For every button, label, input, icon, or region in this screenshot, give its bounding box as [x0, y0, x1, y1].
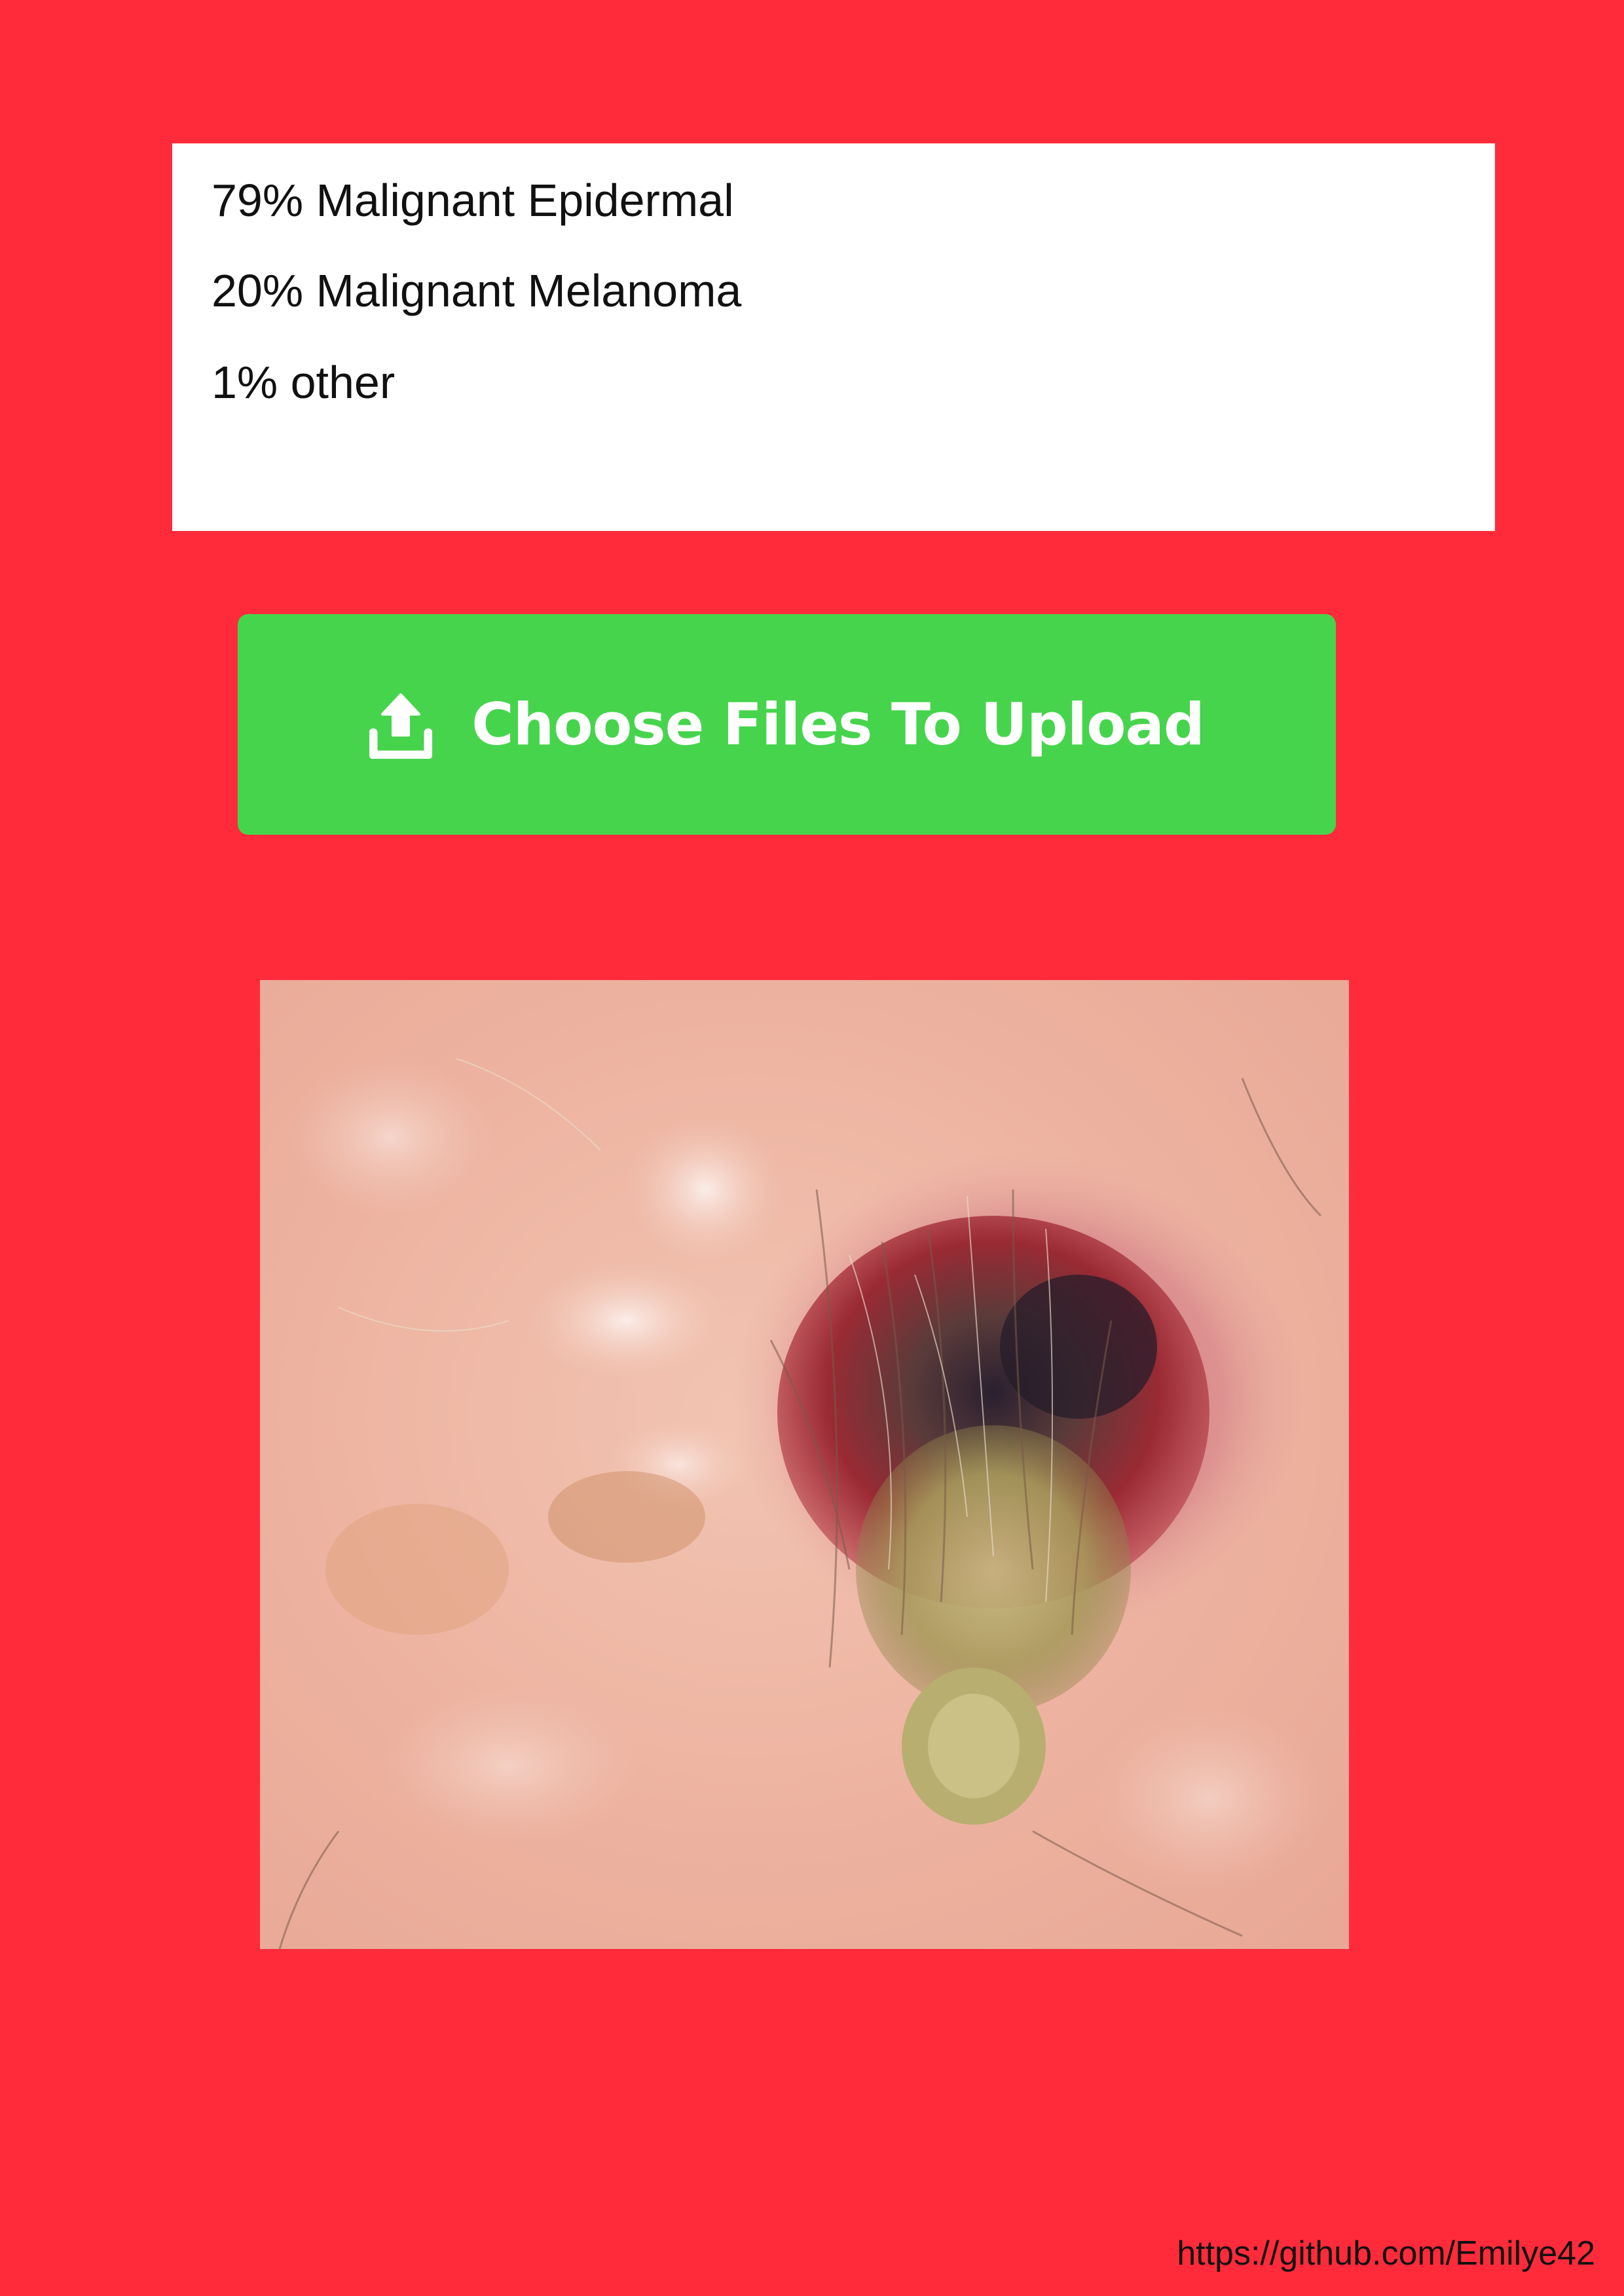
upload-icon: [369, 693, 433, 759]
result-line-other: 1% other: [212, 357, 396, 408]
choose-files-label: Choose Files To Upload: [471, 691, 1205, 758]
prediction-results-panel: 79% Malignant Epidermal 20% Malignant Me…: [172, 143, 1495, 531]
github-link[interactable]: https://github.com/Emilye42: [1177, 2234, 1595, 2273]
skin-lesion-photo: [260, 980, 1349, 1949]
choose-files-button[interactable]: Choose Files To Upload: [238, 614, 1336, 835]
result-line-epidermal: 79% Malignant Epidermal: [212, 175, 734, 226]
result-line-melanoma: 20% Malignant Melanoma: [212, 265, 742, 316]
